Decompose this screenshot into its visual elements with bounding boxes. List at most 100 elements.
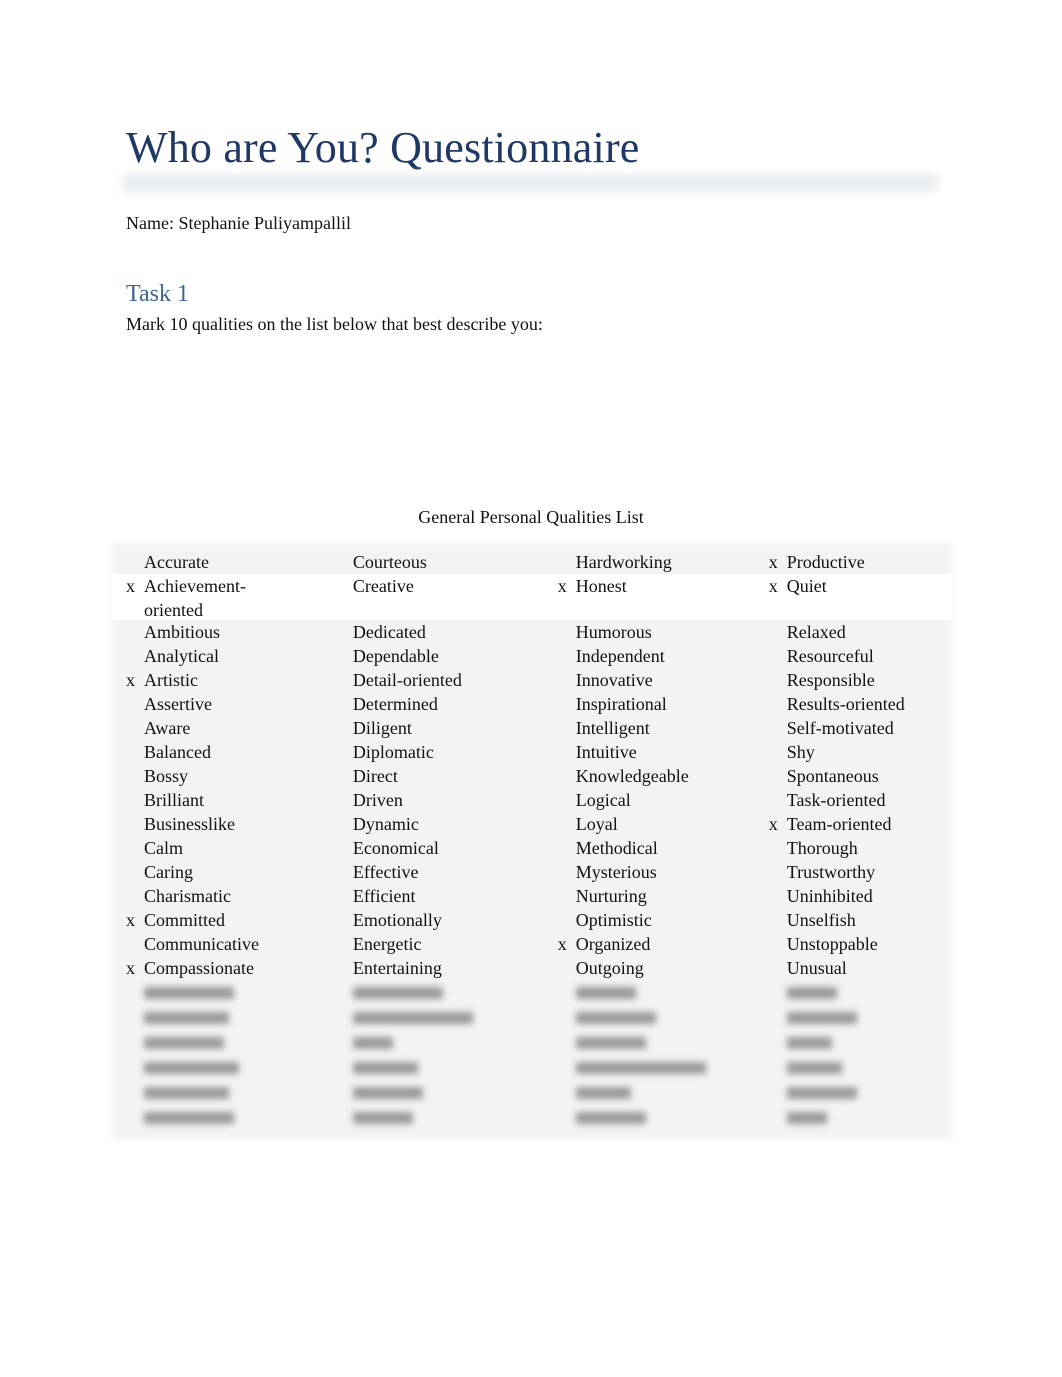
selection-mark[interactable]: x bbox=[755, 812, 787, 836]
selection-mark[interactable] bbox=[755, 716, 787, 740]
quality-cell[interactable]: Creative bbox=[321, 574, 544, 598]
selection-mark[interactable] bbox=[755, 692, 787, 716]
selection-mark[interactable] bbox=[544, 812, 576, 836]
selection-mark[interactable] bbox=[112, 692, 144, 716]
quality-cell[interactable]: x Team-oriented bbox=[755, 812, 952, 836]
selection-mark[interactable] bbox=[755, 620, 787, 644]
selection-mark[interactable] bbox=[544, 788, 576, 812]
quality-cell[interactable]: Intuitive bbox=[544, 740, 755, 764]
selection-mark[interactable] bbox=[321, 550, 353, 574]
selection-mark[interactable] bbox=[112, 812, 144, 836]
quality-cell[interactable]: Responsible bbox=[755, 668, 952, 692]
quality-cell[interactable]: Effective bbox=[321, 860, 544, 884]
selection-mark[interactable] bbox=[544, 644, 576, 668]
quality-cell[interactable]: Spontaneous bbox=[755, 764, 952, 788]
quality-cell[interactable]: Diplomatic bbox=[321, 740, 544, 764]
selection-mark[interactable] bbox=[321, 668, 353, 692]
selection-mark[interactable] bbox=[544, 764, 576, 788]
quality-cell[interactable]: Direct bbox=[321, 764, 544, 788]
quality-cell[interactable]: Calm bbox=[112, 836, 335, 860]
quality-cell[interactable]: x Quiet bbox=[755, 574, 952, 598]
selection-mark[interactable] bbox=[321, 716, 353, 740]
quality-cell[interactable]: Loyal bbox=[544, 812, 755, 836]
selection-mark[interactable] bbox=[112, 550, 144, 574]
quality-cell[interactable]: Detail-oriented bbox=[321, 668, 544, 692]
selection-mark[interactable] bbox=[544, 620, 576, 644]
selection-mark[interactable] bbox=[321, 932, 353, 956]
selection-mark[interactable] bbox=[321, 908, 353, 932]
selection-mark[interactable]: x bbox=[544, 574, 576, 598]
selection-mark[interactable] bbox=[755, 908, 787, 932]
quality-cell[interactable]: Shy bbox=[755, 740, 952, 764]
selection-mark[interactable] bbox=[755, 764, 787, 788]
quality-cell[interactable]: Emotionally bbox=[321, 908, 544, 932]
selection-mark[interactable] bbox=[321, 620, 353, 644]
selection-mark[interactable] bbox=[755, 836, 787, 860]
selection-mark[interactable] bbox=[321, 644, 353, 668]
selection-mark[interactable] bbox=[544, 550, 576, 574]
quality-cell[interactable]: Accurate bbox=[112, 550, 335, 574]
selection-mark[interactable]: x bbox=[544, 932, 576, 956]
selection-mark[interactable] bbox=[544, 716, 576, 740]
selection-mark[interactable]: x bbox=[112, 908, 144, 932]
quality-cell[interactable]: Inspirational bbox=[544, 692, 755, 716]
selection-mark[interactable] bbox=[544, 740, 576, 764]
quality-cell[interactable]: Mysterious bbox=[544, 860, 755, 884]
quality-cell[interactable]: x Artistic bbox=[112, 668, 335, 692]
quality-cell[interactable]: Ambitious bbox=[112, 620, 335, 644]
selection-mark[interactable] bbox=[321, 836, 353, 860]
quality-cell[interactable]: Optimistic bbox=[544, 908, 755, 932]
selection-mark[interactable] bbox=[112, 788, 144, 812]
quality-cell[interactable]: x Achievement-oriented bbox=[112, 574, 335, 622]
quality-cell[interactable]: Analytical bbox=[112, 644, 335, 668]
selection-mark[interactable]: x bbox=[112, 956, 144, 980]
quality-cell[interactable]: Brilliant bbox=[112, 788, 335, 812]
quality-cell[interactable]: Logical bbox=[544, 788, 755, 812]
selection-mark[interactable] bbox=[544, 908, 576, 932]
quality-cell[interactable]: Dependable bbox=[321, 644, 544, 668]
quality-cell[interactable]: Independent bbox=[544, 644, 755, 668]
selection-mark[interactable] bbox=[544, 884, 576, 908]
selection-mark[interactable]: x bbox=[112, 574, 144, 622]
quality-cell[interactable]: Assertive bbox=[112, 692, 335, 716]
quality-cell[interactable]: Trustworthy bbox=[755, 860, 952, 884]
selection-mark[interactable] bbox=[321, 764, 353, 788]
quality-cell[interactable]: Dedicated bbox=[321, 620, 544, 644]
quality-cell[interactable]: Methodical bbox=[544, 836, 755, 860]
quality-cell[interactable]: x Organized bbox=[544, 932, 755, 956]
quality-cell[interactable]: Communicative bbox=[112, 932, 335, 956]
selection-mark[interactable] bbox=[112, 764, 144, 788]
quality-cell[interactable]: Courteous bbox=[321, 550, 544, 574]
quality-cell[interactable]: Self-motivated bbox=[755, 716, 952, 740]
selection-mark[interactable]: x bbox=[112, 668, 144, 692]
selection-mark[interactable] bbox=[321, 956, 353, 980]
quality-cell[interactable]: Entertaining bbox=[321, 956, 544, 980]
quality-cell[interactable]: Driven bbox=[321, 788, 544, 812]
quality-cell[interactable]: Relaxed bbox=[755, 620, 952, 644]
quality-cell[interactable]: Unselfish bbox=[755, 908, 952, 932]
selection-mark[interactable] bbox=[544, 692, 576, 716]
selection-mark[interactable] bbox=[544, 836, 576, 860]
selection-mark[interactable] bbox=[544, 860, 576, 884]
selection-mark[interactable] bbox=[755, 668, 787, 692]
quality-cell[interactable]: x Productive bbox=[755, 550, 952, 574]
quality-cell[interactable]: Resourceful bbox=[755, 644, 952, 668]
selection-mark[interactable] bbox=[112, 860, 144, 884]
quality-cell[interactable]: Hardworking bbox=[544, 550, 755, 574]
selection-mark[interactable] bbox=[321, 812, 353, 836]
quality-cell[interactable]: Unusual bbox=[755, 956, 952, 980]
quality-cell[interactable]: Balanced bbox=[112, 740, 335, 764]
selection-mark[interactable] bbox=[755, 860, 787, 884]
selection-mark[interactable] bbox=[544, 668, 576, 692]
selection-mark[interactable] bbox=[755, 644, 787, 668]
quality-cell[interactable]: x Committed bbox=[112, 908, 335, 932]
quality-cell[interactable]: Businesslike bbox=[112, 812, 335, 836]
selection-mark[interactable] bbox=[755, 932, 787, 956]
selection-mark[interactable] bbox=[321, 574, 353, 598]
selection-mark[interactable] bbox=[755, 956, 787, 980]
quality-cell[interactable]: Determined bbox=[321, 692, 544, 716]
quality-cell[interactable]: x Compassionate bbox=[112, 956, 335, 980]
selection-mark[interactable] bbox=[112, 620, 144, 644]
selection-mark[interactable] bbox=[321, 860, 353, 884]
quality-cell[interactable]: Aware bbox=[112, 716, 335, 740]
